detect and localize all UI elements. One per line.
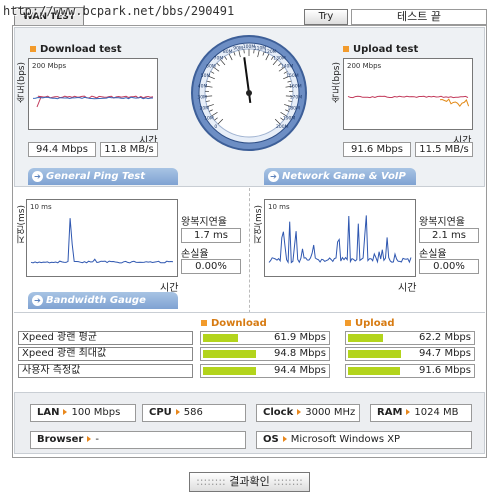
download-title: Download test [30,44,122,55]
arrow-circle-icon: ➔ [32,171,43,182]
lan-info: LAN 100 Mbps [30,404,136,422]
gauge-scale-label: 0 [214,124,217,130]
gauge-scale-label: 90M [233,45,243,51]
bandwidth-down-bar [203,350,256,358]
gauge-scale-label: 70M [214,55,224,61]
section-divider [249,188,250,318]
gauge-scale-label: 50M [201,73,211,79]
game-latency-label: 왕복지연율 [419,217,465,228]
upload-mbs: 11.5 MB/s [415,142,473,157]
gauge-scale-label: 180M [287,106,300,112]
game-section-header: ➔ Network Game & VoIP Test [264,168,416,199]
bandwidth-down-cell: 94.8 Mbps [200,347,330,361]
ping-loss-label: 손실율 [181,249,209,260]
bandwidth-up-cell: 62.2 Mbps [345,331,475,345]
game-graph: 10 ms [264,199,416,277]
gauge-scale-label: 200M [276,124,289,130]
ping-loss: 0.00% [181,259,241,274]
orange-bullet-icon [201,320,207,326]
bandwidth-row-label: Xpeed 광랜 최대값 [18,347,193,361]
download-ylabel: 속도(bps) [17,62,27,104]
bandwidth-down-value: 94.4 Mbps [274,365,326,376]
gauge-scale-label: 170M [290,95,303,101]
gauge-scale-label: 160M [289,84,302,90]
orange-bullet-icon [30,46,36,52]
gauge-scale-label: 140M [281,63,294,69]
os-info: OS Microsoft Windows XP [256,431,472,449]
upload-mbps: 91.6 Mbps [343,142,411,157]
ping-graph: 10 ms [26,199,178,277]
bandwidth-down-value: 61.9 Mbps [274,332,326,343]
gauge-scale-label: 150M [286,73,299,79]
gauge-scale-label: 60M [206,63,216,69]
speed-gauge: 0 10M 20M 30M 40M 50M 60M 70M 80M 90M 100M 110M 120M… [190,34,308,152]
bandwidth-download-label: Download [201,318,267,329]
gauge-scale-label: 190M [283,116,296,122]
arrow-right-icon [282,436,287,442]
bandwidth-section-header: ➔ Bandwidth Gauge [28,292,178,309]
gauge-scale-label: 80M [223,49,233,55]
upload-graph: 200 Mbps [343,58,473,130]
gauge-scale-label: 10M [204,116,214,122]
gauge-scale-label: 120M [264,49,277,55]
upload-trace [347,95,470,108]
game-xlabel: 시간 [398,283,417,294]
test-status: 테스트 끝 [351,9,487,25]
arrow-right-icon [297,409,302,415]
bandwidth-row-label: 사용자 측정값 [18,364,193,378]
bandwidth-down-bar [203,334,238,342]
bandwidth-row-label: Xpeed 광랜 평균 [18,331,193,345]
download-graph: 200 Mbps [28,58,158,130]
game-loss: 0.00% [419,259,479,274]
arrow-right-icon [63,409,68,415]
browser-info: Browser - [30,431,246,449]
ram-info: RAM 1024 MB [370,404,472,422]
cpu-info: CPU 586 [142,404,246,422]
gauge-scale-label: 20M [199,106,209,112]
gauge-scale-label: 30M [197,95,207,101]
game-trace [268,215,412,265]
bandwidth-up-bar [348,350,401,358]
orange-bullet-icon [345,320,351,326]
bandwidth-upload-label: Upload [345,318,394,329]
upload-title: Upload test [343,44,418,55]
download-trace [32,95,154,108]
bandwidth-down-cell: 61.9 Mbps [200,331,330,345]
arrow-circle-icon: ➔ [268,171,279,182]
bandwidth-up-value: 94.7 Mbps [419,348,471,359]
bandwidth-down-cell: 94.4 Mbps [200,364,330,378]
arrow-right-icon [87,436,92,442]
gauge-dial: 010M20M30M40M50M60M70M80M90M 100M110M120M… [191,35,307,151]
game-loss-label: 손실율 [419,249,447,260]
ping-latency: 1.7 ms [181,228,241,243]
gauge-scale-label: 40M [198,84,208,90]
arrow-right-icon [406,409,411,415]
orange-bullet-icon [343,46,349,52]
ping-section-header: ➔ General Ping Test [28,168,178,185]
ping-trace [30,218,174,264]
bandwidth-up-value: 91.6 Mbps [419,365,471,376]
confirm-result-button[interactable]: :::::::: 결과확인 :::::::: [189,472,310,492]
bandwidth-up-value: 62.2 Mbps [419,332,471,343]
gauge-scale-label: 130M [273,55,286,61]
try-again-button[interactable]: Try again [304,9,348,36]
arrow-right-icon [175,409,180,415]
arrow-circle-icon: ➔ [32,295,43,306]
ping-latency-label: 왕복지연율 [181,217,227,228]
game-latency: 2.1 ms [419,228,479,243]
bandwidth-down-value: 94.8 Mbps [274,348,326,359]
bandwidth-up-bar [348,334,383,342]
upload-ylabel: 속도(bps) [332,62,342,104]
download-mbps: 94.4 Mbps [28,142,96,157]
watermark-text: http://www.bcpark.net/bbs/290491 [3,4,235,18]
download-mbs: 11.8 MB/s [100,142,158,157]
bandwidth-up-cell: 94.7 Mbps [345,347,475,361]
bandwidth-up-cell: 91.6 Mbps [345,364,475,378]
clock-info: Clock 3000 MHz [256,404,360,422]
bandwidth-down-bar [203,367,256,375]
bandwidth-up-bar [348,367,400,375]
